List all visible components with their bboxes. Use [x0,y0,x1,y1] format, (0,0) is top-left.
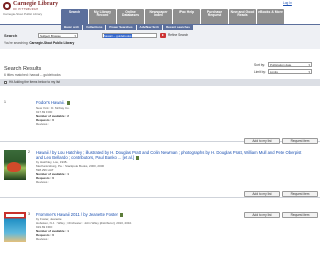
result-title[interactable]: Hawaii / by Lou Hatchley ; illustrated b… [36,150,306,160]
result-number: 2 [28,150,30,154]
result-reviews: Reviews : [36,180,50,184]
library-name: Carnegie Library [13,1,59,7]
search-field-select[interactable]: Subject Browse [38,33,78,38]
search-location-prefix: You're searching: [4,41,29,45]
search-label: Search [4,33,18,38]
requests-count: 0 [52,118,54,122]
result-item: 2 Hawaii / by Lou Hatchley ; illustrated… [0,148,320,198]
bird-illustration [7,162,21,172]
limit-label: Limit by: [254,70,266,74]
tab-ebooks-and-more[interactable]: eBooks & More [257,9,284,24]
book-cover-image[interactable] [4,150,26,180]
select-all-text: Hit Adding the items below to my list [9,80,61,84]
subtab-collections[interactable]: Collections [83,25,106,30]
search-sub-tabs: Basic srch Collections Power Searches Ad… [61,25,193,30]
sort-select[interactable]: Publication date [268,62,312,67]
result-item: 3 Frommer's Hawaii 2011 / by Jeanette Fo… [0,210,320,260]
requests-count: 0 [52,176,54,180]
main-nav-tabs: Search My Library Record Online Database… [61,9,284,24]
library-subname: OF PITTSBURGH [13,8,39,11]
limit-select[interactable]: Limits [268,69,312,74]
available-count: 1 [67,229,69,233]
tab-newspaper-index[interactable]: Newspaper Index [145,9,172,24]
subtab-power-searches[interactable]: Power Searches [106,25,136,30]
book-format-icon [66,100,70,105]
tab-new-and-good-reads[interactable]: New and Good Reads [229,9,256,24]
search-location-name: Carnegie-Stout Public Library [29,41,75,45]
result-number: 3 [28,212,30,216]
add-to-my-list-button[interactable]: Add to my list [244,191,280,197]
results-match-count: 6 titles matched: hawaii -- guidebooks [4,73,61,77]
search-bar: Basic srch Collections Power Searches Ad… [0,24,320,49]
request-item-button[interactable]: Request item [282,191,318,197]
request-item-button[interactable]: Request item [282,138,318,144]
select-all-checkbox[interactable] [4,80,7,84]
library-logo[interactable]: Carnegie Library OF PITTSBURGH Carnegie-… [3,1,58,22]
add-to-my-list-button[interactable]: Add to my list [244,212,280,218]
login-area: Log In [283,1,292,5]
login-link[interactable]: Log In [283,1,292,5]
tab-purchase-request[interactable]: Purchase Request [201,9,228,24]
site-header: Carnegie Library OF PITTSBURGH Carnegie-… [0,0,320,24]
refine-search-link[interactable]: Refine Search [168,33,188,38]
search-input[interactable]: hawaii -- guidebooks [102,33,157,38]
tab-search[interactable]: Search [61,9,88,24]
search-location: You're searching: Carnegie-Stout Public … [4,41,74,45]
available-count: 1 [67,172,69,176]
book-cover-image[interactable] [4,212,26,242]
library-logo-icon [3,2,11,10]
add-to-my-list-button[interactable]: Add to my list [244,138,280,144]
select-all-bar: Hit Adding the items below to my list [0,79,320,86]
result-title-text: Fodor's Hawaii. [36,100,65,105]
cover-title-band [6,214,24,217]
result-title[interactable]: Fodor's Hawaii. [36,100,306,105]
request-item-button[interactable]: Request item [282,212,318,218]
result-title-text: Hawaii / by Lou Hatchley ; illustrated b… [36,150,302,160]
tab-ipac-help[interactable]: iPac Help [173,9,200,24]
book-format-icon [136,155,139,160]
search-query-text: hawaii -- guidebooks [104,34,132,38]
result-number: 1 [4,100,6,104]
search-go-icon[interactable] [160,33,166,38]
results-title: Search Results [4,66,42,72]
tab-online-databases[interactable]: Online Databases [117,9,144,24]
subtab-recent-searches[interactable]: Recent searches [163,25,193,30]
subtab-basic-search[interactable]: Basic srch [61,25,83,30]
sort-label: Sort by: [254,63,265,67]
available-count: 2 [67,114,69,118]
result-reviews: Reviews : [36,237,50,241]
subtab-advanced-search[interactable]: Adv/Nav Srch [136,25,163,30]
requests-count: 0 [52,233,54,237]
result-item: 1 Fodor's Hawaii. New York : D. McKay Co… [0,98,320,144]
result-reviews: Reviews : [36,122,50,126]
tab-my-library-record[interactable]: My Library Record [89,9,116,24]
library-branch: Carnegie-Stout Public Library [3,12,43,16]
book-format-icon [119,212,123,217]
